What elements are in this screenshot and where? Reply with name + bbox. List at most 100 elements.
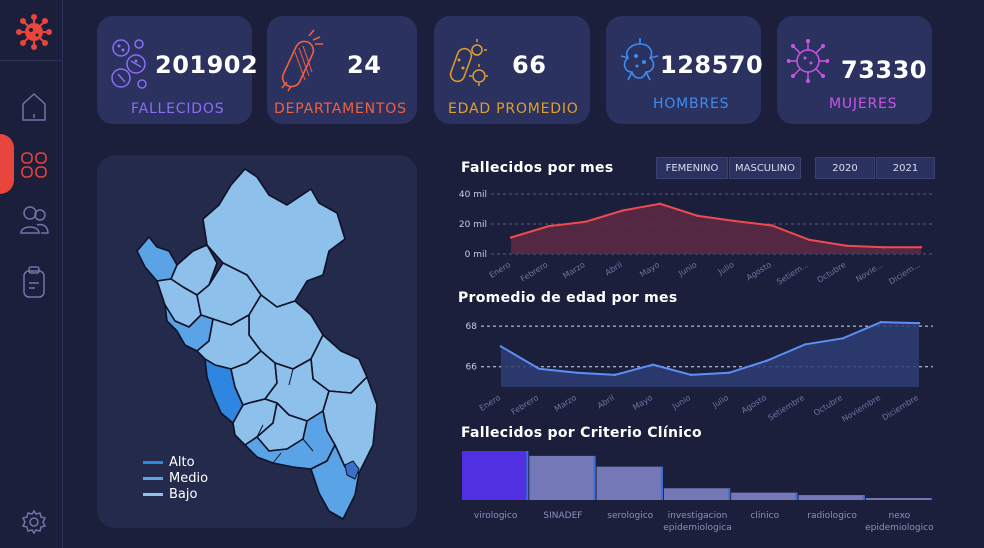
kpi-card-mujeres: 73330 MUJERES	[777, 16, 932, 124]
kpi-card-departamentos: 24 DEPARTAMENTOS	[267, 16, 417, 124]
bar-edge	[795, 492, 798, 500]
settings-gear-icon[interactable]	[19, 505, 49, 539]
home-icon[interactable]	[19, 90, 49, 124]
data-point	[919, 246, 923, 249]
filter-masculino-button[interactable]: MASCULINO	[729, 157, 801, 179]
data-point	[575, 371, 579, 375]
bar-edge	[728, 488, 731, 500]
bar	[798, 495, 865, 500]
chart-title-fallecidos-mes: Fallecidos por mes	[461, 160, 614, 176]
x-tick-label: SINADEF	[543, 511, 582, 521]
kpi-value: 66	[512, 51, 547, 79]
peru-map-panel: Alto Medio Bajo	[97, 155, 417, 528]
legend-swatch	[143, 460, 163, 464]
x-tick-label: Enero	[478, 393, 502, 413]
clipboard-icon[interactable]	[19, 265, 49, 299]
coronavirus-logo-icon	[16, 14, 52, 50]
line-chart-fallecidos-por-mes: 0 mil 20 mil 40 mil Enero Febrero Marzo Abril M…	[459, 190, 935, 287]
sidebar-divider	[0, 60, 62, 61]
dashboard-grid-icon[interactable]	[19, 148, 49, 182]
kpi-value: 24	[347, 51, 382, 79]
x-tick-label: Marzo	[553, 393, 578, 414]
x-tick-label: Abril	[604, 260, 624, 277]
data-point	[807, 238, 811, 241]
kpi-label: DEPARTAMENTOS	[274, 101, 407, 117]
x-tick-label: investigacion	[668, 511, 728, 521]
x-tick-label: Abril	[596, 393, 616, 410]
y-tick-label: 20 mil	[459, 220, 487, 230]
x-tick-label: Novie...	[854, 260, 885, 284]
data-point	[499, 345, 503, 348]
bar-edge	[593, 455, 596, 500]
x-tick-label: Diciem...	[887, 260, 922, 286]
legend-swatch	[143, 492, 163, 496]
filter-femenino-button[interactable]: FEMENINO	[656, 157, 728, 179]
bar-edge	[862, 495, 865, 500]
kpi-card-hombres: 128570 HOMBRES	[606, 16, 764, 124]
y-tick-label: 0 mil	[465, 250, 487, 260]
data-point	[733, 219, 736, 223]
x-tick-label: Junio	[676, 260, 698, 279]
kpi-value: 201902	[155, 51, 259, 79]
legend-swatch	[143, 476, 163, 480]
filter-2020-button[interactable]: 2020	[815, 157, 875, 179]
users-icon[interactable]	[19, 203, 49, 237]
chart-title-criterio-clinico: Fallecidos por Criterio Clínico	[461, 425, 702, 441]
data-point	[803, 343, 807, 346]
x-tick-label: Mayo	[638, 260, 661, 279]
legend-label: Medio	[169, 470, 209, 486]
y-tick-label: 40 mil	[459, 190, 487, 200]
legend-label: Bajo	[169, 486, 198, 502]
x-tick-label: Enero	[488, 260, 512, 280]
data-point	[727, 371, 731, 375]
data-point	[882, 246, 885, 249]
chart-title-promedio-edad: Promedio de edad por mes	[458, 290, 678, 306]
active-nav-indicator	[0, 134, 14, 194]
data-point	[537, 367, 541, 370]
data-point	[689, 373, 693, 377]
kpi-value: 73330	[841, 56, 927, 84]
x-tick-label: Junio	[670, 393, 692, 412]
kpi-value: 128570	[660, 51, 764, 79]
bacteria-rod-icon	[281, 29, 323, 92]
data-point	[547, 225, 550, 228]
x-tick-label: Mayo	[631, 393, 654, 412]
kpi-label: MUJERES	[829, 96, 898, 112]
germ-icon	[620, 38, 659, 81]
bar-edge	[930, 498, 932, 500]
data-point	[613, 373, 617, 377]
bar-chart-criterio-clinico: virologico SINADEF serologico investigacion…	[462, 451, 934, 533]
x-tick-label: Setiembre	[766, 393, 806, 422]
bar	[462, 451, 529, 500]
bar	[731, 492, 798, 500]
coronavirus-icon	[787, 39, 829, 83]
legend-item-alto: Alto	[143, 454, 195, 470]
data-point	[509, 236, 513, 239]
data-point	[658, 202, 662, 205]
bar	[663, 488, 731, 500]
x-tick-label: Julio	[710, 393, 730, 410]
data-point	[584, 220, 587, 223]
x-tick-label: Febrero	[510, 393, 540, 417]
kpi-label: EDAD PROMEDIO	[448, 101, 579, 117]
legend-item-bajo: Bajo	[143, 486, 197, 502]
data-point	[845, 244, 848, 247]
x-tick-label: Noviembre	[840, 393, 882, 424]
data-point	[696, 214, 699, 217]
kpi-label: FALLECIDOS	[131, 101, 225, 117]
x-tick-label: epidemiologico	[865, 523, 934, 533]
bar	[596, 466, 663, 500]
x-tick-label: Marzo	[561, 260, 586, 281]
microbe-icon	[449, 39, 488, 86]
kpi-card-edad-promedio: 66 EDAD PROMEDIO	[434, 16, 590, 124]
x-tick-label: Octubre	[812, 393, 844, 418]
x-tick-label: epidemiologica	[663, 523, 731, 533]
line-chart-promedio-edad: 66 68 Enero Febrero Marzo Abril Mayo Junio Julio…	[466, 320, 933, 424]
data-point	[917, 321, 921, 325]
x-tick-label: clinico	[750, 511, 779, 521]
bar	[865, 498, 932, 500]
data-point	[841, 337, 845, 340]
data-point	[770, 224, 774, 227]
x-tick-label: virologico	[474, 511, 518, 521]
filter-2021-button[interactable]: 2021	[876, 157, 935, 179]
